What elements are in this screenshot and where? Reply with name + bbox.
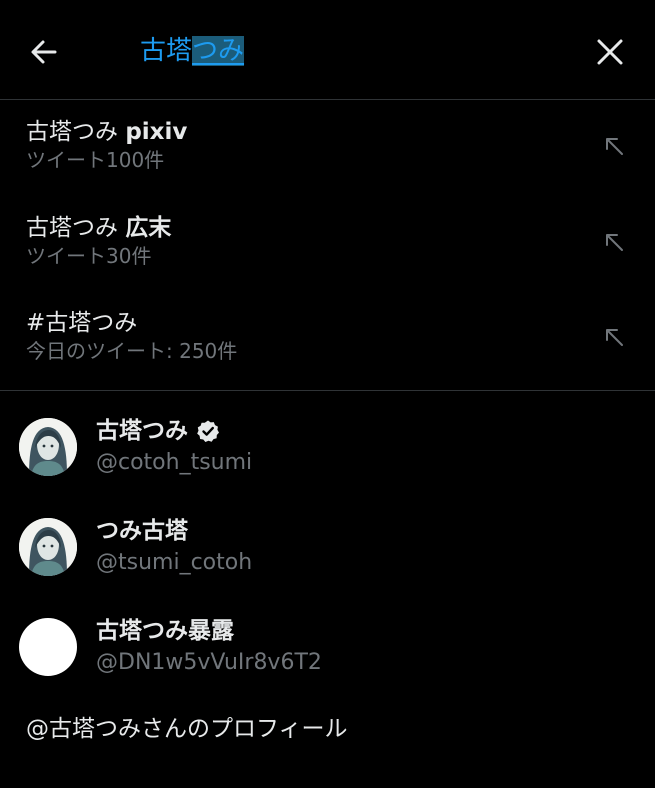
arrow-up-left-icon: [606, 329, 623, 346]
user-handle: @DN1w5vVuIr8v6T2: [96, 650, 322, 675]
user-name-text: つみ古塔: [96, 518, 188, 544]
suggestion-item[interactable]: 古塔つみ 広末 ツイート30件: [0, 196, 655, 291]
user-result[interactable]: つみ古塔 @tsumi_cotoh: [0, 500, 655, 600]
user-name-text: 古塔つみ: [96, 418, 188, 444]
user-result[interactable]: 古塔つみ暴露 @DN1w5vVuIr8v6T2: [0, 600, 655, 700]
suggestion-item[interactable]: #古塔つみ 今日のツイート: 250件: [0, 291, 655, 386]
user-display-name: 古塔つみ: [96, 414, 220, 448]
user-handle: @cotoh_tsumi: [96, 450, 253, 475]
fill-query-button[interactable]: [600, 323, 628, 351]
close-icon: [597, 39, 623, 65]
verified-badge-icon: [197, 420, 219, 442]
suggestion-title-plain: #古塔つみ: [26, 310, 138, 336]
suggestion-title: 古塔つみ 広末: [26, 212, 171, 244]
user-name-text: 古塔つみ暴露: [96, 618, 234, 644]
suggestion-subtitle: 今日のツイート: 250件: [26, 339, 238, 363]
go-to-profile-link[interactable]: @古塔つみさんのプロフィール: [26, 712, 348, 746]
avatar[interactable]: [19, 418, 77, 476]
user-handle: @tsumi_cotoh: [96, 550, 253, 575]
suggestion-title-plain: 古塔つみ: [26, 119, 126, 145]
suggestion-subtitle: ツイート30件: [26, 244, 152, 268]
search-suggestions: 古塔つみ pixiv ツイート100件 古塔つみ 広末 ツイート30件 #古塔つ…: [0, 100, 655, 391]
search-input[interactable]: 古塔つみ: [140, 33, 245, 69]
suggestion-title-plain: 古塔つみ: [26, 215, 126, 241]
suggestion-title: 古塔つみ pixiv: [26, 116, 187, 148]
search-header: 古塔つみ: [0, 0, 655, 100]
suggestion-title-bold: pixiv: [125, 119, 188, 145]
portrait-avatar-image: [19, 418, 77, 476]
search-query-text: 古塔: [140, 36, 193, 66]
arrow-up-left-icon: [606, 234, 623, 251]
portrait-avatar-image: [19, 518, 77, 576]
fill-query-button[interactable]: [600, 228, 628, 256]
suggestion-item[interactable]: 古塔つみ pixiv ツイート100件: [0, 100, 655, 196]
user-result[interactable]: 古塔つみ @cotoh_tsumi: [0, 400, 655, 500]
suggestion-subtitle: ツイート100件: [26, 148, 165, 172]
clear-search-button[interactable]: [592, 34, 628, 70]
suggestion-title-bold: 広末: [125, 215, 172, 241]
avatar[interactable]: [19, 618, 77, 676]
search-query-composing: つみ: [192, 36, 245, 66]
arrow-left-icon: [31, 40, 57, 64]
avatar[interactable]: [19, 518, 77, 576]
suggestion-title: #古塔つみ: [26, 307, 137, 339]
arrow-up-left-icon: [606, 138, 623, 155]
fill-query-button[interactable]: [600, 132, 628, 160]
user-display-name: 古塔つみ暴露: [96, 614, 234, 648]
back-button[interactable]: [26, 34, 62, 70]
user-display-name: つみ古塔: [96, 514, 188, 548]
